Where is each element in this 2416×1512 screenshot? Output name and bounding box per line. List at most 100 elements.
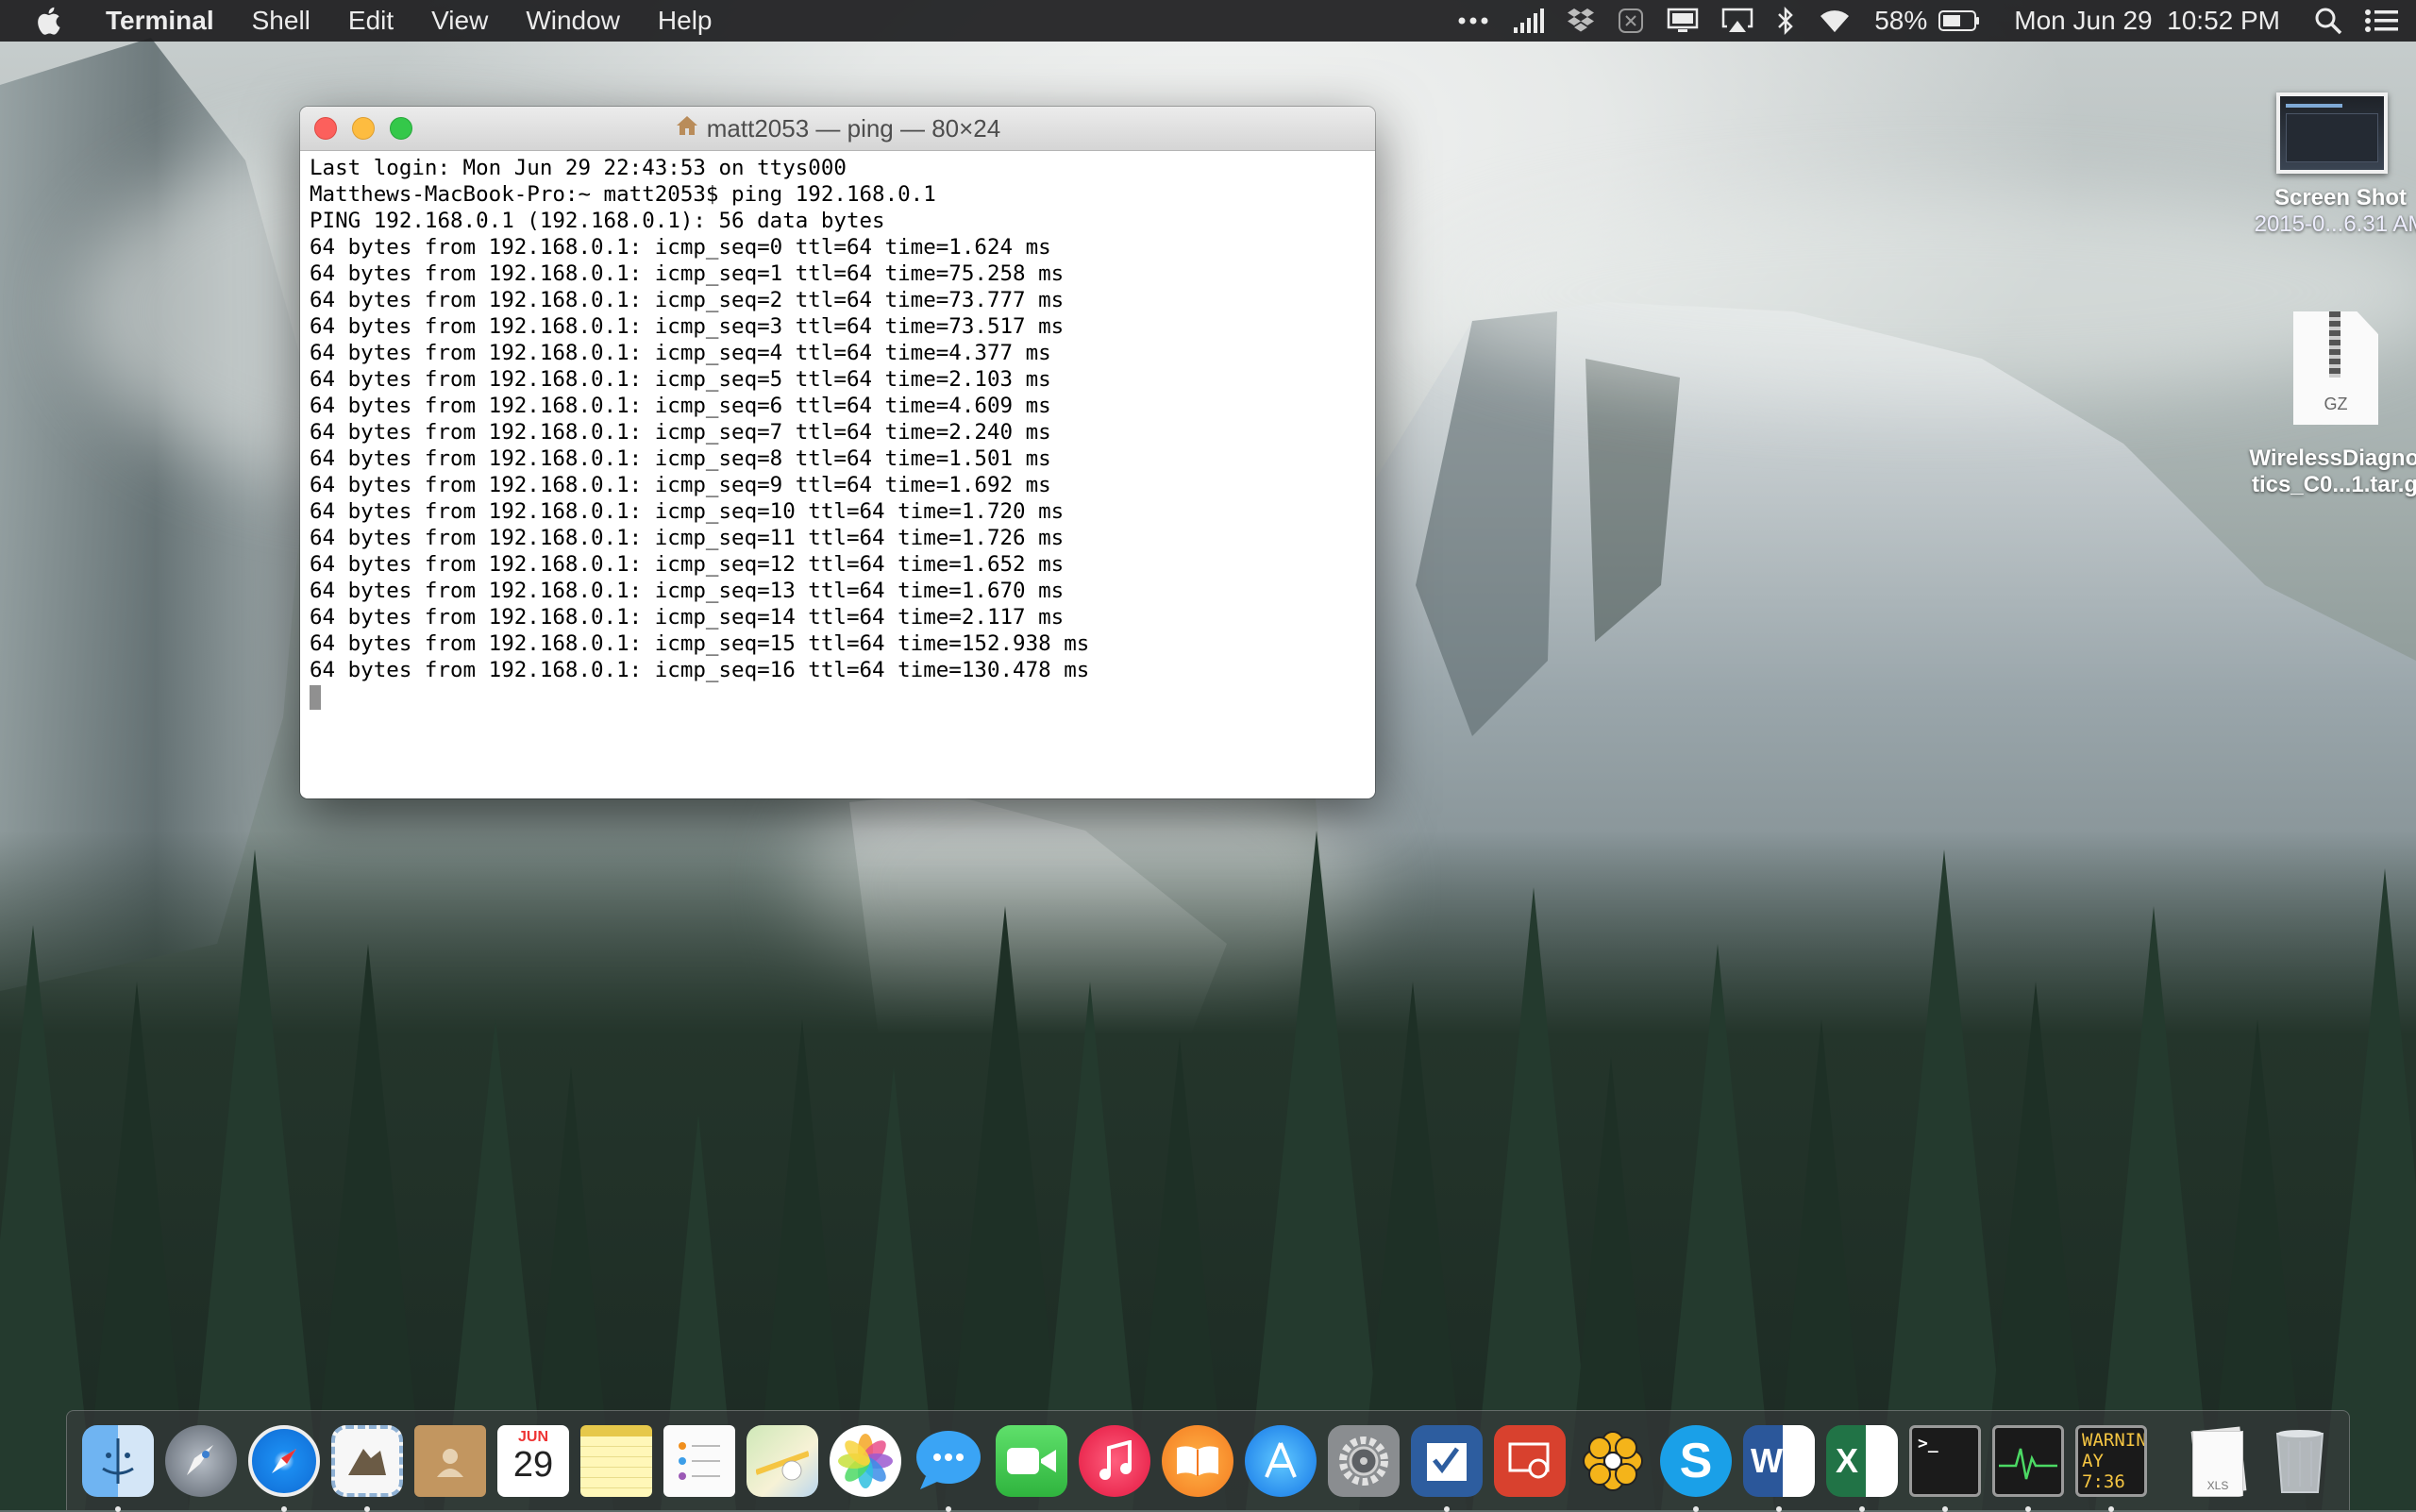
dock-contacts[interactable] bbox=[414, 1424, 486, 1497]
dock-system-preferences[interactable] bbox=[1328, 1424, 1400, 1497]
menu-help[interactable]: Help bbox=[639, 6, 731, 36]
terminal-line: 64 bytes from 192.168.0.1: icmp_seq=9 tt… bbox=[310, 473, 1051, 497]
dock-remote-desktop[interactable] bbox=[1494, 1424, 1566, 1497]
dock-skype[interactable]: S bbox=[1660, 1424, 1732, 1512]
finder-icon bbox=[82, 1424, 154, 1497]
running-indicator bbox=[364, 1505, 370, 1512]
dock-trash[interactable] bbox=[2264, 1425, 2336, 1497]
pinwheel-icon bbox=[1577, 1425, 1649, 1497]
zoom-window-button[interactable] bbox=[390, 117, 412, 140]
checkbox-clipboard-icon bbox=[1411, 1424, 1483, 1497]
safari-compass-icon bbox=[248, 1424, 320, 1497]
terminal-window[interactable]: matt2053 — ping — 80×24 Last login: Mon … bbox=[300, 107, 1375, 798]
rocket-icon bbox=[165, 1424, 237, 1497]
calendar-icon: JUN 29 bbox=[497, 1424, 569, 1497]
terminal-cursor bbox=[310, 684, 321, 710]
screenshot-file-icon[interactable] bbox=[2276, 92, 2388, 174]
dock-omnifocus[interactable] bbox=[1411, 1424, 1483, 1512]
terminal-line: 64 bytes from 192.168.0.1: icmp_seq=12 t… bbox=[310, 552, 1065, 577]
running-indicator bbox=[1444, 1505, 1450, 1512]
running-indicator bbox=[281, 1505, 287, 1512]
notes-pad-icon bbox=[580, 1424, 652, 1497]
airplay-icon[interactable] bbox=[1710, 8, 1765, 34]
spotlight-search-icon[interactable] bbox=[2303, 7, 2354, 35]
battery-icon[interactable] bbox=[1938, 9, 1991, 32]
wifi-icon[interactable] bbox=[1806, 8, 1863, 34]
battery-percent[interactable]: 58% bbox=[1863, 6, 1938, 36]
terminal-line: 64 bytes from 192.168.0.1: icmp_seq=16 t… bbox=[310, 658, 1090, 682]
dock-photos[interactable] bbox=[830, 1424, 901, 1497]
running-indicator bbox=[2025, 1505, 2031, 1512]
dock-calendar[interactable]: JUN 29 bbox=[497, 1424, 569, 1497]
dock-excel[interactable]: X bbox=[1826, 1424, 1898, 1512]
dock-activity-monitor[interactable] bbox=[1992, 1424, 2064, 1512]
dock-documents-stack[interactable]: XLS bbox=[2181, 1425, 2253, 1497]
notification-center-icon[interactable] bbox=[2354, 8, 2416, 34]
dock-facetime[interactable] bbox=[996, 1424, 1067, 1497]
xscope-icon[interactable] bbox=[1606, 8, 1655, 34]
terminal-line: 64 bytes from 192.168.0.1: icmp_seq=14 t… bbox=[310, 605, 1065, 630]
dock-mail[interactable] bbox=[331, 1424, 403, 1512]
terminal-line: PING 192.168.0.1 (192.168.0.1): 56 data … bbox=[310, 209, 885, 233]
display-icon[interactable] bbox=[1655, 8, 1710, 34]
dock-reminders[interactable] bbox=[663, 1424, 735, 1497]
file-type-badge: GZ bbox=[2324, 395, 2348, 413]
terminal-output: Last login: Mon Jun 29 22:43:53 on ttys0… bbox=[310, 155, 1366, 683]
bluetooth-icon[interactable] bbox=[1765, 7, 1806, 35]
document-stack-icon: XLS bbox=[2181, 1425, 2253, 1497]
desktop-item-screenshot[interactable]: Screen Shot 2015-0...6.31 AM bbox=[2232, 92, 2416, 238]
terminal-line: 64 bytes from 192.168.0.1: icmp_seq=15 t… bbox=[310, 631, 1090, 656]
dock-app-store[interactable] bbox=[1245, 1424, 1317, 1497]
menubar-clock[interactable]: Mon Jun 29 10:52 PM bbox=[1991, 6, 2303, 36]
dock-itunes[interactable] bbox=[1079, 1424, 1150, 1497]
excel-sheet-icon: X bbox=[1826, 1424, 1898, 1497]
terminal-title-bar[interactable]: matt2053 — ping — 80×24 bbox=[300, 107, 1375, 151]
activity-graph-icon bbox=[1992, 1424, 2064, 1497]
dock-notes[interactable] bbox=[580, 1424, 652, 1497]
trash-can-icon bbox=[2264, 1425, 2336, 1497]
close-window-button[interactable] bbox=[314, 117, 337, 140]
dock-safari[interactable] bbox=[248, 1424, 320, 1512]
facetime-camera-icon bbox=[996, 1424, 1067, 1497]
console-text-line: WARNIN bbox=[2082, 1429, 2147, 1451]
dock-maps[interactable] bbox=[747, 1424, 818, 1497]
dock-console[interactable]: WARNIN AY 7:36 bbox=[2075, 1424, 2147, 1512]
dock-launchpad[interactable] bbox=[165, 1424, 237, 1497]
menu-shell[interactable]: Shell bbox=[233, 6, 329, 36]
dock-word[interactable]: W bbox=[1743, 1424, 1815, 1512]
running-indicator bbox=[946, 1505, 951, 1512]
console-log-icon: WARNIN AY 7:36 bbox=[2075, 1424, 2147, 1497]
gear-icon bbox=[1328, 1424, 1400, 1497]
more-icon[interactable] bbox=[1446, 16, 1501, 25]
dock: JUN 29 S W X >_ WARNIN AY 7:36 XLS bbox=[66, 1410, 2350, 1512]
home-folder-icon bbox=[675, 114, 699, 143]
stack-file-type: XLS bbox=[2206, 1478, 2229, 1492]
calendar-month: JUN bbox=[517, 1428, 548, 1445]
dock-terminal[interactable]: >_ bbox=[1909, 1424, 1981, 1512]
menu-view[interactable]: View bbox=[412, 6, 507, 36]
terminal-line: Last login: Mon Jun 29 22:43:53 on ttys0… bbox=[310, 156, 847, 180]
terminal-line: 64 bytes from 192.168.0.1: icmp_seq=8 tt… bbox=[310, 446, 1051, 471]
terminal-line: 64 bytes from 192.168.0.1: icmp_seq=10 t… bbox=[310, 499, 1065, 524]
terminal-prompt-icon: >_ bbox=[1909, 1424, 1981, 1497]
terminal-line: 64 bytes from 192.168.0.1: icmp_seq=6 tt… bbox=[310, 394, 1051, 418]
dock-messages[interactable] bbox=[913, 1425, 984, 1512]
terminal-line: 64 bytes from 192.168.0.1: icmp_seq=2 tt… bbox=[310, 288, 1065, 312]
menu-window[interactable]: Window bbox=[507, 6, 639, 36]
terminal-line: 64 bytes from 192.168.0.1: icmp_seq=7 tt… bbox=[310, 420, 1051, 445]
running-indicator bbox=[1859, 1505, 1865, 1512]
desktop-item-gz-archive[interactable]: GZ WirelessDiagnos tics_C0...1.tar.gz bbox=[2232, 311, 2416, 498]
cellular-signal-icon[interactable] bbox=[1501, 8, 1555, 33]
status-menus: 58% Mon Jun 29 10:52 PM bbox=[1446, 0, 2416, 42]
dock-finder[interactable] bbox=[82, 1424, 154, 1512]
menu-edit[interactable]: Edit bbox=[329, 6, 412, 36]
menu-app-terminal[interactable]: Terminal bbox=[87, 6, 233, 36]
apple-menu-icon[interactable] bbox=[0, 7, 87, 35]
dock-pinwheel-app[interactable] bbox=[1577, 1425, 1649, 1497]
gz-archive-file-icon[interactable]: GZ bbox=[2293, 311, 2378, 425]
dock-ibooks[interactable] bbox=[1162, 1424, 1233, 1497]
maps-icon bbox=[747, 1424, 818, 1497]
minimize-window-button[interactable] bbox=[352, 117, 375, 140]
dropbox-icon[interactable] bbox=[1555, 8, 1606, 34]
terminal-content[interactable]: Last login: Mon Jun 29 22:43:53 on ttys0… bbox=[300, 151, 1375, 714]
